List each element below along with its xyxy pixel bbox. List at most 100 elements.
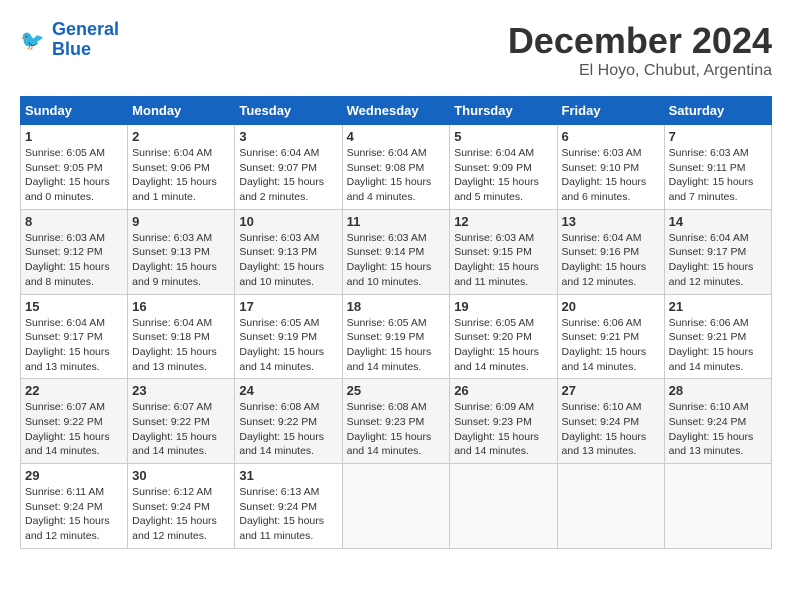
calendar-cell: 24 Sunrise: 6:08 AM Sunset: 9:22 PM Dayli… (235, 379, 342, 464)
day-number: 30 (132, 468, 230, 483)
calendar-cell: 17Sunrise: 6:05 AM Sunset: 9:19 PM Dayli… (235, 294, 342, 379)
calendar-header-wednesday: Wednesday (342, 97, 450, 125)
day-info: Sunrise: 6:03 AM Sunset: 9:14 PM Dayligh… (347, 231, 446, 290)
svg-text:🐦: 🐦 (20, 30, 44, 52)
day-number: 12 (454, 214, 552, 229)
calendar-header-friday: Friday (557, 97, 664, 125)
calendar-cell: 16 Sunrise: 6:04 AM Sunset: 9:18 PM Dayli… (128, 294, 235, 379)
day-info: Sunrise: 6:04 AM Sunset: 9:07 PM Dayligh… (239, 146, 337, 205)
day-number: 9 (132, 214, 230, 229)
calendar-cell (557, 464, 664, 549)
calendar-header-sunday: Sunday (21, 97, 128, 125)
day-number: 15 (25, 299, 123, 314)
calendar-cell: 19 Sunrise: 6:05 AM Sunset: 9:20 PM Dayli… (450, 294, 557, 379)
day-number: 10 (239, 214, 337, 229)
calendar-cell: 31 Sunrise: 6:13 AM Sunset: 9:24 PM Dayli… (235, 464, 342, 549)
day-number: 2 (132, 129, 230, 144)
day-number: 6 (562, 129, 660, 144)
logo-blue: Blue (52, 39, 91, 59)
calendar-cell: 20Sunrise: 6:06 AM Sunset: 9:21 PM Dayli… (557, 294, 664, 379)
calendar-cell: 5Sunrise: 6:04 AM Sunset: 9:09 PM Daylig… (450, 125, 557, 210)
day-number: 31 (239, 468, 337, 483)
day-info: Sunrise: 6:08 AM Sunset: 9:23 PM Dayligh… (347, 400, 446, 459)
day-info: Sunrise: 6:03 AM Sunset: 9:15 PM Dayligh… (454, 231, 552, 290)
calendar-cell: 27 Sunrise: 6:10 AM Sunset: 9:24 PM Dayli… (557, 379, 664, 464)
day-number: 7 (669, 129, 767, 144)
page-subtitle: El Hoyo, Chubut, Argentina (508, 62, 772, 80)
calendar-cell: 15 Sunrise: 6:04 AM Sunset: 9:17 PM Dayli… (21, 294, 128, 379)
day-number: 26 (454, 383, 552, 398)
day-number: 29 (25, 468, 123, 483)
day-info: Sunrise: 6:04 AM Sunset: 9:16 PM Dayligh… (562, 231, 660, 290)
day-number: 23 (132, 383, 230, 398)
day-number: 18 (347, 299, 446, 314)
calendar-cell: 13 Sunrise: 6:04 AM Sunset: 9:16 PM Dayli… (557, 209, 664, 294)
calendar-cell (664, 464, 771, 549)
calendar-header-row: SundayMondayTuesdayWednesdayThursdayFrid… (21, 97, 772, 125)
page-title: December 2024 (508, 20, 772, 62)
day-info: Sunrise: 6:04 AM Sunset: 9:06 PM Dayligh… (132, 146, 230, 205)
day-info: Sunrise: 6:04 AM Sunset: 9:17 PM Dayligh… (25, 316, 123, 375)
day-number: 25 (347, 383, 446, 398)
calendar-cell: 8 Sunrise: 6:03 AM Sunset: 9:12 PM Daylig… (21, 209, 128, 294)
day-info: Sunrise: 6:07 AM Sunset: 9:22 PM Dayligh… (132, 400, 230, 459)
day-info: Sunrise: 6:04 AM Sunset: 9:08 PM Dayligh… (347, 146, 446, 205)
day-info: Sunrise: 6:09 AM Sunset: 9:23 PM Dayligh… (454, 400, 552, 459)
day-info: Sunrise: 6:03 AM Sunset: 9:13 PM Dayligh… (239, 231, 337, 290)
day-number: 19 (454, 299, 552, 314)
calendar-cell: 3Sunrise: 6:04 AM Sunset: 9:07 PM Daylig… (235, 125, 342, 210)
day-info: Sunrise: 6:05 AM Sunset: 9:05 PM Dayligh… (25, 146, 123, 205)
logo-text: General Blue (52, 20, 119, 60)
calendar-cell: 26 Sunrise: 6:09 AM Sunset: 9:23 PM Dayli… (450, 379, 557, 464)
day-number: 28 (669, 383, 767, 398)
day-number: 20 (562, 299, 660, 314)
day-info: Sunrise: 6:05 AM Sunset: 9:19 PM Dayligh… (239, 316, 337, 375)
day-info: Sunrise: 6:11 AM Sunset: 9:24 PM Dayligh… (25, 485, 123, 544)
calendar-week-row: 8 Sunrise: 6:03 AM Sunset: 9:12 PM Daylig… (21, 209, 772, 294)
day-info: Sunrise: 6:04 AM Sunset: 9:18 PM Dayligh… (132, 316, 230, 375)
day-info: Sunrise: 6:04 AM Sunset: 9:17 PM Dayligh… (669, 231, 767, 290)
day-info: Sunrise: 6:04 AM Sunset: 9:09 PM Dayligh… (454, 146, 552, 205)
day-info: Sunrise: 6:05 AM Sunset: 9:20 PM Dayligh… (454, 316, 552, 375)
day-info: Sunrise: 6:08 AM Sunset: 9:22 PM Dayligh… (239, 400, 337, 459)
day-info: Sunrise: 6:03 AM Sunset: 9:11 PM Dayligh… (669, 146, 767, 205)
calendar-header-thursday: Thursday (450, 97, 557, 125)
page-header: 🐦 General Blue December 2024 El Hoyo, Ch… (20, 20, 772, 80)
calendar-cell: 12 Sunrise: 6:03 AM Sunset: 9:15 PM Dayli… (450, 209, 557, 294)
day-number: 16 (132, 299, 230, 314)
day-number: 27 (562, 383, 660, 398)
day-number: 24 (239, 383, 337, 398)
calendar-cell: 11Sunrise: 6:03 AM Sunset: 9:14 PM Dayli… (342, 209, 450, 294)
day-info: Sunrise: 6:05 AM Sunset: 9:19 PM Dayligh… (347, 316, 446, 375)
calendar-cell: 21Sunrise: 6:06 AM Sunset: 9:21 PM Dayli… (664, 294, 771, 379)
day-info: Sunrise: 6:03 AM Sunset: 9:13 PM Dayligh… (132, 231, 230, 290)
calendar-cell: 18 Sunrise: 6:05 AM Sunset: 9:19 PM Dayli… (342, 294, 450, 379)
day-number: 14 (669, 214, 767, 229)
logo-general: General (52, 19, 119, 39)
calendar-week-row: 15 Sunrise: 6:04 AM Sunset: 9:17 PM Dayli… (21, 294, 772, 379)
day-info: Sunrise: 6:03 AM Sunset: 9:12 PM Dayligh… (25, 231, 123, 290)
day-info: Sunrise: 6:13 AM Sunset: 9:24 PM Dayligh… (239, 485, 337, 544)
logo-bird-icon: 🐦 (20, 26, 48, 54)
calendar-cell: 30Sunrise: 6:12 AM Sunset: 9:24 PM Dayli… (128, 464, 235, 549)
calendar-cell: 25 Sunrise: 6:08 AM Sunset: 9:23 PM Dayli… (342, 379, 450, 464)
day-number: 22 (25, 383, 123, 398)
calendar-cell: 22 Sunrise: 6:07 AM Sunset: 9:22 PM Dayli… (21, 379, 128, 464)
day-info: Sunrise: 6:10 AM Sunset: 9:24 PM Dayligh… (562, 400, 660, 459)
day-number: 1 (25, 129, 123, 144)
logo: 🐦 General Blue (20, 20, 119, 60)
day-info: Sunrise: 6:10 AM Sunset: 9:24 PM Dayligh… (669, 400, 767, 459)
day-number: 4 (347, 129, 446, 144)
calendar-table: SundayMondayTuesdayWednesdayThursdayFrid… (20, 96, 772, 549)
calendar-week-row: 1 Sunrise: 6:05 AM Sunset: 9:05 PM Daylig… (21, 125, 772, 210)
calendar-cell: 9 Sunrise: 6:03 AM Sunset: 9:13 PM Daylig… (128, 209, 235, 294)
day-number: 8 (25, 214, 123, 229)
day-number: 13 (562, 214, 660, 229)
calendar-cell: 23 Sunrise: 6:07 AM Sunset: 9:22 PM Dayli… (128, 379, 235, 464)
calendar-cell: 28 Sunrise: 6:10 AM Sunset: 9:24 PM Dayli… (664, 379, 771, 464)
day-info: Sunrise: 6:07 AM Sunset: 9:22 PM Dayligh… (25, 400, 123, 459)
title-block: December 2024 El Hoyo, Chubut, Argentina (508, 20, 772, 80)
day-info: Sunrise: 6:03 AM Sunset: 9:10 PM Dayligh… (562, 146, 660, 205)
calendar-cell: 14 Sunrise: 6:04 AM Sunset: 9:17 PM Dayli… (664, 209, 771, 294)
calendar-week-row: 22 Sunrise: 6:07 AM Sunset: 9:22 PM Dayli… (21, 379, 772, 464)
